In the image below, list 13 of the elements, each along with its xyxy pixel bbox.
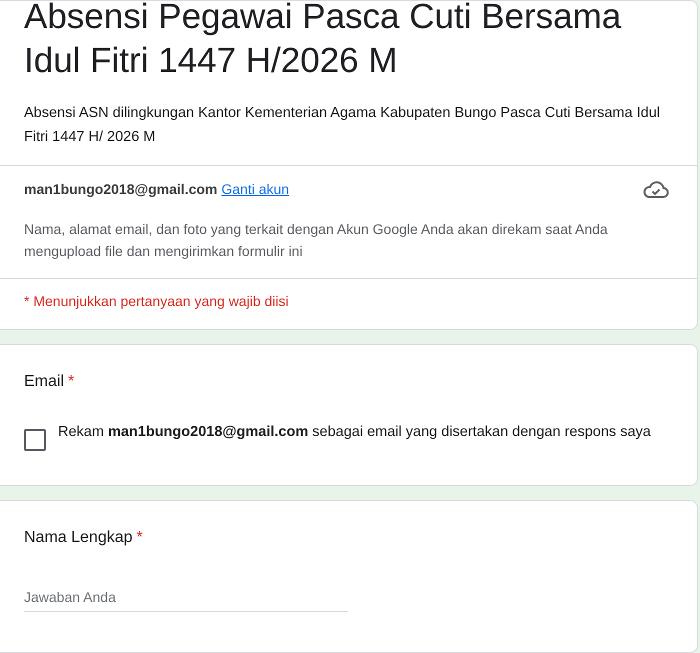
account-email: man1bungo2018@gmail.com [24, 181, 218, 197]
form-title: Absensi Pegawai Pasca Cuti Bersama Idul Fitri 1447 H/2026 M [23, 0, 622, 82]
required-mark: * [136, 529, 143, 546]
required-mark: * [68, 373, 74, 390]
question-title: Nama Lengkap [24, 529, 133, 546]
checkbox[interactable] [24, 429, 46, 451]
switch-account-link[interactable]: Ganti akun [221, 181, 290, 197]
required-note: * Menunjukkan pertanyaan yang wajib diisi [24, 293, 290, 309]
privacy-notice: Nama, alamat email, dan foto yang terkait dengan Akun Google Anda akan direkam saat Anda mengupload file dan mengirimkan formulir ini [24, 220, 609, 261]
form-description: Absensi ASN dilingkungan Kantor Kementerian Agama Kabupaten Bungo Pasca Cuti Bersama Idul Fitri 1447 H/ 2026 M [23, 104, 661, 147]
question-title: Email [24, 373, 64, 390]
checkbox-label: Rekam man1bungo2018@gmail.com sebagai email yang disertakan dengan respons saya [58, 423, 651, 442]
cloud-check-icon [643, 180, 669, 200]
